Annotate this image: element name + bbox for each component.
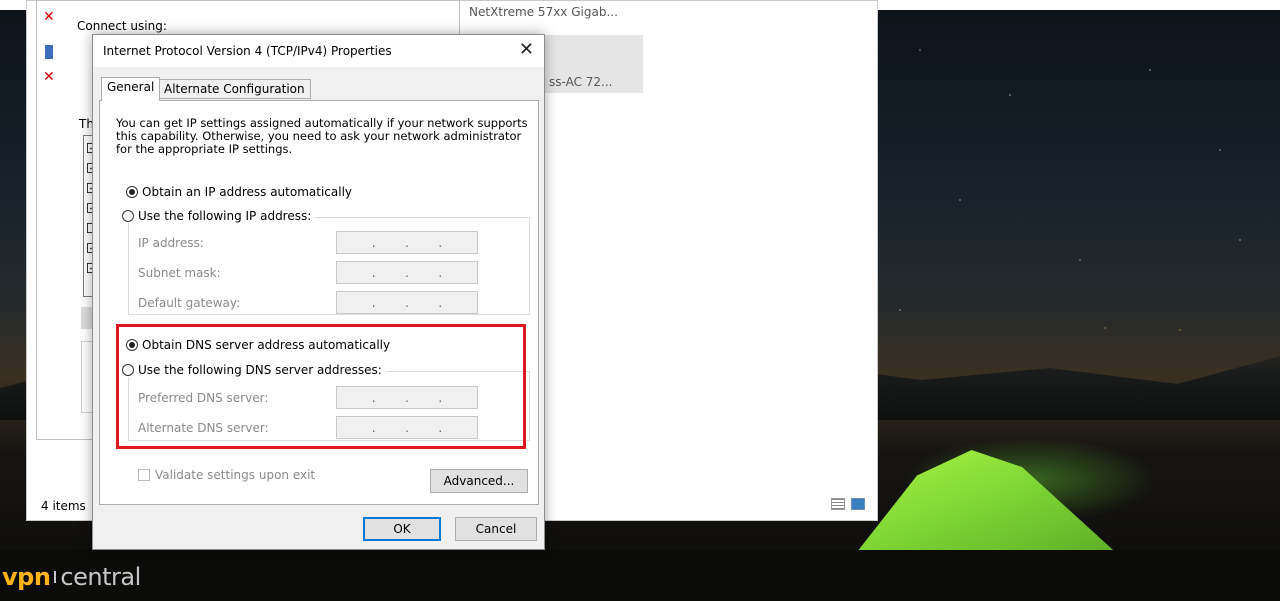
cancel-button[interactable]: Cancel <box>455 517 537 541</box>
disabled-x-icon: ✕ <box>43 69 55 85</box>
close-icon[interactable]: ✕ <box>519 39 534 60</box>
subnet-mask-input[interactable]: ... <box>336 261 478 284</box>
connect-using-label: Connect using: <box>77 19 167 33</box>
intro-text: You can get IP settings assigned automat… <box>116 116 528 156</box>
adapter-name-1: NetXtreme 57xx Gigab... <box>469 5 618 19</box>
advanced-button[interactable]: Advanced... <box>430 469 528 493</box>
ipv4-properties-dialog: Internet Protocol Version 4 (TCP/IPv4) P… <box>92 34 545 550</box>
ip-address-input[interactable]: ... <box>336 231 478 254</box>
adapter-name-2: ss-AC 72... <box>549 75 613 89</box>
ip-address-label: IP address: <box>138 236 204 250</box>
radio-unselected-icon <box>122 210 134 222</box>
subnet-mask-label: Subnet mask: <box>138 266 221 280</box>
default-gateway-input[interactable]: ... <box>336 291 478 314</box>
details-view-icon[interactable] <box>831 498 845 510</box>
ground <box>0 550 1280 601</box>
default-gateway-label: Default gateway: <box>138 296 241 310</box>
tab-alternate-configuration[interactable]: Alternate Configuration <box>158 79 311 99</box>
logo-mark-icon <box>51 569 59 585</box>
large-icons-view-icon[interactable] <box>851 498 865 510</box>
vpncentral-logo: vpn central <box>2 563 141 591</box>
obtain-ip-auto-label: Obtain an IP address automatically <box>142 185 353 199</box>
radio-selected-icon <box>126 186 138 198</box>
dns-highlight-box <box>116 324 526 449</box>
dialog-title: Internet Protocol Version 4 (TCP/IPv4) P… <box>103 44 392 58</box>
status-bar-count: 4 items <box>41 499 86 513</box>
use-following-ip-label: Use the following IP address: <box>138 209 312 223</box>
view-switcher <box>831 498 865 510</box>
checkbox-icon <box>138 469 150 481</box>
logo-text-central: central <box>60 563 141 591</box>
title-bar: Internet Protocol Version 4 (TCP/IPv4) P… <box>93 35 544 67</box>
general-tab-panel: You can get IP settings assigned automat… <box>99 100 539 505</box>
ok-button[interactable]: OK <box>363 517 441 541</box>
disabled-x-icon: ✕ <box>43 9 55 25</box>
validate-settings-checkbox[interactable]: Validate settings upon exit <box>138 468 315 482</box>
tab-general[interactable]: General <box>101 77 161 101</box>
logo-text-vpn: vpn <box>2 563 51 591</box>
use-following-ip-radio[interactable]: Use the following IP address: <box>122 209 316 223</box>
adapter-icon <box>45 45 53 59</box>
obtain-ip-auto-radio[interactable]: Obtain an IP address automatically <box>126 185 352 199</box>
validate-settings-label: Validate settings upon exit <box>155 468 316 482</box>
